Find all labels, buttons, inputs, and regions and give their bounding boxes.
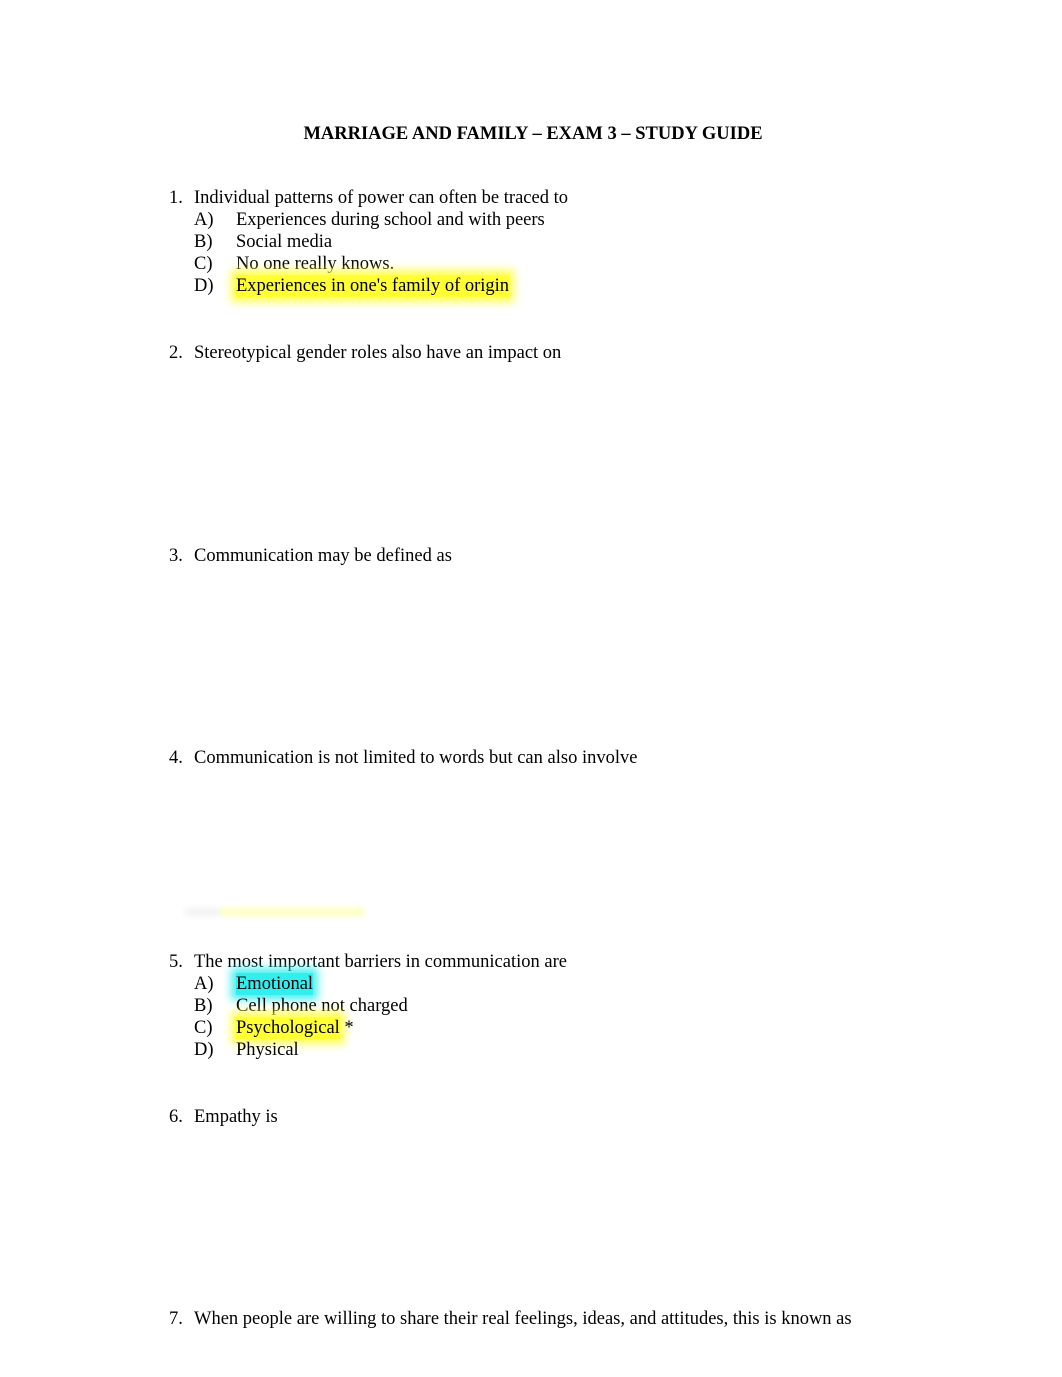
question-4: 4. Communication is not limited to words…: [169, 747, 637, 769]
answer-option-highlighted: D) Experiences in one's family of origin: [194, 275, 568, 297]
question-number: 3.: [169, 546, 183, 566]
option-text-highlight-yellow: Psychological: [236, 1017, 340, 1039]
question-3: 3. Communication may be defined as: [169, 545, 452, 567]
question-number: 2.: [169, 343, 183, 363]
option-letter: B): [194, 996, 213, 1016]
option-text: Cell phone not charged: [236, 996, 408, 1016]
answer-option: B) Cell phone not charged: [194, 995, 567, 1017]
option-text-highlight-cyan: Emotional: [236, 973, 314, 995]
faded-highlight-remnant: [185, 908, 365, 916]
question-text: The most important barriers in communica…: [194, 952, 567, 972]
answer-option-highlighted: A) Emotional: [194, 973, 567, 995]
question-text: Individual patterns of power can often b…: [194, 188, 568, 208]
option-letter: C): [194, 254, 213, 274]
answer-option-highlighted: C) Psychological *: [194, 1017, 567, 1039]
question-number: 7.: [169, 1309, 183, 1329]
question-text: Communication is not limited to words bu…: [194, 748, 638, 768]
option-letter: A): [194, 974, 214, 994]
question-number: 5.: [169, 952, 183, 972]
question-6: 6. Empathy is: [169, 1106, 278, 1128]
question-5: 5. The most important barriers in commun…: [169, 951, 567, 1061]
option-letter: B): [194, 232, 213, 252]
option-text: Social media: [236, 232, 333, 252]
option-letter: D): [194, 1040, 214, 1060]
question-1: 1. Individual patterns of power can ofte…: [169, 187, 568, 297]
option-letter: C): [194, 1018, 213, 1038]
question-number: 4.: [169, 748, 183, 768]
option-letter: A): [194, 210, 214, 230]
option-text: No one really knows.: [236, 254, 395, 274]
question-number: 6.: [169, 1107, 183, 1127]
answer-option: C) No one really knows.: [194, 253, 568, 275]
question-number: 1.: [169, 188, 183, 208]
answer-option: B) Social media: [194, 231, 568, 253]
question-2: 2. Stereotypical gender roles also have …: [169, 342, 561, 364]
option-text: Experiences during school and with peers: [236, 210, 545, 230]
question-text: Communication may be defined as: [194, 546, 452, 566]
question-text: Empathy is: [194, 1107, 278, 1127]
document-title: MARRIAGE AND FAMILY – EXAM 3 – STUDY GUI…: [303, 124, 763, 144]
option-letter: D): [194, 276, 214, 296]
answer-marker-asterisk: *: [339, 1018, 354, 1038]
question-text: When people are willing to share their r…: [194, 1309, 852, 1329]
answer-option: A) Experiences during school and with pe…: [194, 209, 568, 231]
option-text: Physical: [236, 1040, 299, 1060]
answer-option: D) Physical: [194, 1039, 567, 1061]
question-7: 7. When people are willing to share thei…: [169, 1308, 852, 1330]
question-text: Stereotypical gender roles also have an …: [194, 343, 562, 363]
option-text-highlight-yellow: Experiences in one's family of origin: [236, 275, 510, 297]
